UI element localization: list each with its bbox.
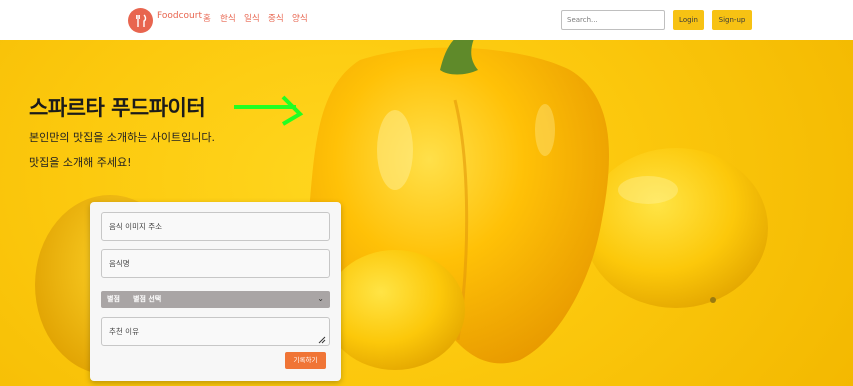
nav-link-japanese[interactable]: 일식 — [244, 12, 260, 24]
rating-selected-value: 별점 선택 — [133, 295, 162, 303]
nav-link-western[interactable]: 양식 — [292, 12, 308, 24]
brand-name[interactable]: Foodcourt — [157, 11, 202, 21]
search-input[interactable] — [561, 10, 665, 30]
hero-subtitle: 본인만의 맛집을 소개하는 사이트입니다. — [29, 131, 216, 144]
reason-textarea[interactable]: 추천 이유 — [101, 317, 330, 346]
hero-title: 스파르타 푸드파이터 — [29, 96, 206, 120]
nav-link-home[interactable]: 홈 — [203, 12, 211, 24]
rating-select[interactable]: 별점 별점 선택 ⌄ — [101, 291, 330, 308]
food-name-field[interactable]: 음식명 — [101, 249, 330, 278]
submit-button[interactable]: 기록하기 — [285, 352, 326, 369]
resize-handle-icon[interactable] — [318, 336, 326, 344]
image-url-field[interactable]: 음식 이미지 주소 — [101, 212, 330, 241]
fork-knife-icon[interactable] — [128, 8, 153, 33]
chevron-down-icon: ⌄ — [317, 294, 324, 303]
post-form-card: 음식 이미지 주소 음식명 별점 별점 선택 ⌄ 추천 이유 기록하기 — [90, 202, 341, 381]
navbar: Foodcourt 홈 한식 일식 중식 양식 Login Sign-up — [0, 0, 853, 40]
nav-link-chinese[interactable]: 중식 — [268, 12, 284, 24]
rating-label: 별점 — [107, 295, 120, 303]
signup-button[interactable]: Sign-up — [712, 10, 752, 30]
arrow-right-icon — [234, 95, 304, 126]
nav-link-korean[interactable]: 한식 — [220, 12, 236, 24]
hero-subtitle-cta: 맛집을 소개해 주세요! — [29, 156, 132, 169]
login-button[interactable]: Login — [673, 10, 704, 30]
